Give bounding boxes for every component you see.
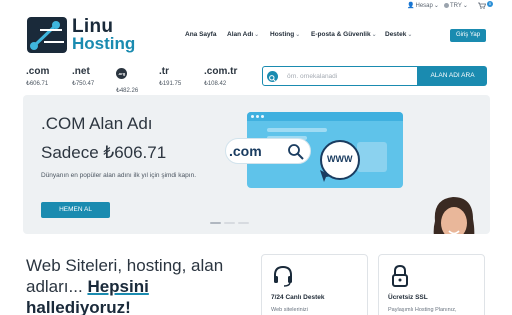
domain-price-com[interactable]: .com ₺606.71 (26, 66, 49, 87)
domain-ext: .com.tr (204, 66, 238, 77)
cart-icon (478, 2, 486, 9)
nav-item-domain[interactable]: Alan Adı ⌄ (227, 31, 259, 38)
chevron-down-icon: ⌄ (371, 32, 377, 38)
domain-price: ₺482.26 (116, 88, 139, 94)
carousel-dot[interactable] (210, 222, 221, 224)
nav-label: Destek (385, 31, 407, 38)
account-label: Hesap (415, 2, 433, 9)
currency-menu[interactable]: TRY ⌄ (444, 2, 468, 9)
domain-pill-label: .com (229, 143, 262, 159)
lock-icon (392, 264, 408, 287)
domain-search-button[interactable]: ALAN ADI ARA (418, 66, 487, 86)
domain-pill-text: .com (229, 143, 262, 159)
nav-label: Ana Sayfa (185, 31, 217, 38)
cart-count-badge: 0 (487, 1, 493, 7)
domain-price: ₺108.42 (204, 81, 227, 87)
headset-icon (274, 265, 292, 287)
buy-now-button[interactable]: HEMEN AL (41, 202, 110, 218)
chevron-down-icon: ⌄ (462, 3, 468, 9)
domain-price: ₺191.75 (159, 81, 182, 87)
feature-card-ssl[interactable]: Ücretsiz SSL Paylaşımlı Hosting Planınız… (378, 254, 485, 315)
card-text: Web sitelerinizi (271, 307, 308, 313)
woman-illustration (413, 191, 490, 234)
headline-part1: Web Siteleri, hosting, alan (26, 256, 224, 275)
nav-label: E-posta & Güvenlik (311, 31, 371, 38)
search-icon (267, 71, 278, 82)
logo-text-hosting: Hosting (72, 34, 136, 53)
nav-item-hosting[interactable]: Hosting ⌄ (270, 31, 300, 38)
login-button[interactable]: Giriş Yap (450, 29, 486, 42)
hero-price-title: Sadece ₺606.71 (41, 143, 167, 162)
chevron-down-icon: ⌄ (254, 32, 260, 38)
card-title: 7/24 Canlı Destek (271, 294, 325, 301)
search-placeholder: örn. ornekalanadi (287, 73, 338, 80)
nav-item-email-security[interactable]: E-posta & Güvenlik ⌄ (311, 31, 377, 38)
carousel-dot[interactable] (238, 222, 249, 224)
org-logo-icon: .org (116, 68, 127, 79)
nav-item-support[interactable]: Destek ⌄ (385, 31, 412, 38)
domain-ext: .com (26, 66, 50, 77)
domain-price: ₺606.71 (26, 81, 49, 87)
card-title: Ücretsiz SSL (388, 294, 428, 301)
domain-search-input[interactable]: örn. ornekalanadi (262, 66, 418, 86)
hero-banner: .COM Alan Adı Sadece ₺606.71 Dünyanın en… (23, 95, 490, 234)
nav-item-home[interactable]: Ana Sayfa (185, 31, 216, 38)
hero-title: .COM Alan Adı (41, 114, 153, 133)
currency-label: TRY (450, 2, 462, 9)
logo-mark-icon (27, 17, 67, 53)
headline-part4: hallediyoruz! (26, 298, 131, 315)
card-text: Paylaşımlı Hosting Planınız, (388, 307, 457, 313)
top-bar: 👤 Hesap ⌄ TRY ⌄ 0 (0, 0, 512, 12)
cursor-icon (320, 170, 332, 182)
chevron-down-icon: ⌄ (433, 3, 439, 9)
carousel-dot[interactable] (224, 222, 235, 224)
cart-button[interactable] (478, 2, 486, 9)
chevron-down-icon: ⌄ (407, 32, 413, 38)
www-badge-text: WWW (327, 154, 353, 164)
chevron-down-icon: ⌄ (295, 32, 301, 38)
nav-label: Hosting (270, 31, 295, 38)
features-headline: Web Siteleri, hosting, alan adları... He… (26, 255, 246, 315)
nav-label: Alan Adı (227, 31, 254, 38)
headline-part2: adları... (26, 277, 83, 296)
domain-price-net[interactable]: .net ₺750.47 (72, 66, 94, 87)
domain-ext: .tr (159, 66, 169, 77)
carousel-dots[interactable] (210, 222, 249, 224)
magnifier-icon (288, 144, 304, 160)
domain-ext: .net (72, 66, 90, 77)
domain-price-org[interactable]: .org ₺482.26 (116, 66, 138, 94)
hero-subtitle: Dünyanın en popüler alan adını ilk yıl i… (41, 172, 197, 179)
domain-price: ₺750.47 (72, 81, 95, 87)
account-menu[interactable]: 👤 Hesap ⌄ (407, 2, 439, 10)
domain-price-comtr[interactable]: .com.tr ₺108.42 (204, 66, 237, 87)
currency-icon (444, 3, 449, 8)
feature-card-support[interactable]: 7/24 Canlı Destek Web sitelerinizi (261, 254, 368, 315)
user-icon: 👤 (407, 3, 415, 9)
domain-price-tr[interactable]: .tr ₺191.75 (159, 66, 181, 87)
headline-highlight: Hepsini (87, 277, 149, 296)
